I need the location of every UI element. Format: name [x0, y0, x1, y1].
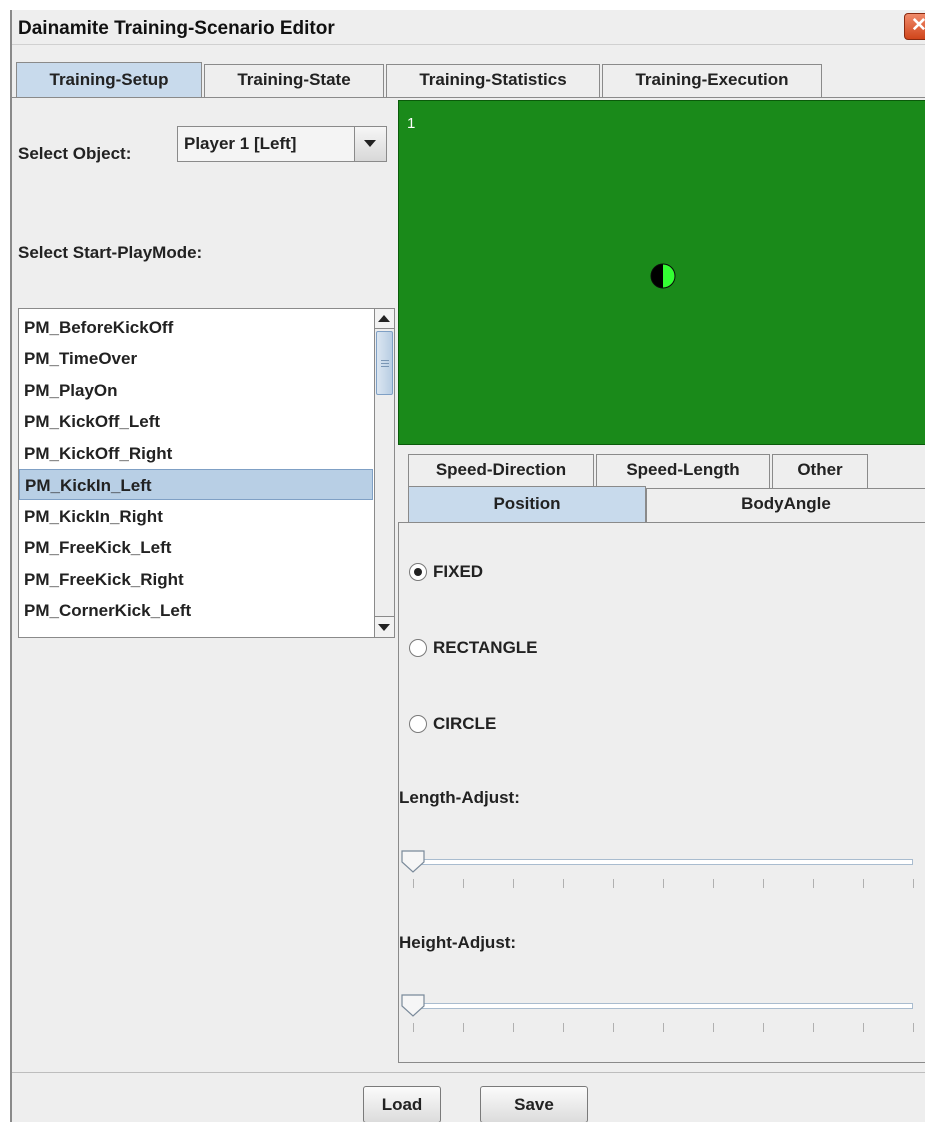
tab-training-statistics[interactable]: Training-Statistics — [386, 64, 600, 98]
grip-line — [381, 366, 389, 367]
list-item[interactable]: PM_BeforeKickOff — [19, 312, 373, 343]
load-button[interactable]: Load — [363, 1086, 441, 1122]
tick — [863, 1023, 864, 1032]
tick — [813, 879, 814, 888]
tab-training-setup[interactable]: Training-Setup — [16, 62, 202, 98]
list-item[interactable]: PM_FreeKick_Left — [19, 532, 373, 563]
scroll-thumb[interactable] — [376, 331, 393, 395]
chevron-down-icon — [378, 624, 390, 631]
tick — [913, 1023, 914, 1032]
field-player-number: 1 — [407, 115, 416, 132]
tick — [463, 1023, 464, 1032]
start-playmode-label: Select Start-PlayMode: — [18, 243, 203, 262]
object-select-value: Player 1 [Left] — [184, 134, 297, 153]
radio-rectangle-label: RECTANGLE — [433, 638, 538, 657]
position-tab-content: FIXED RECTANGLE CIRCLE Length-Adjust: He… — [398, 522, 925, 1063]
player-icon[interactable] — [649, 262, 677, 290]
tick — [713, 879, 714, 888]
tick — [713, 1023, 714, 1032]
save-button[interactable]: Save — [480, 1086, 588, 1122]
length-adjust-slider[interactable] — [413, 859, 913, 865]
list-item[interactable]: PM_KickOff_Right — [19, 438, 373, 469]
editor-window: Dainamite Training-Scenario Editor ✕ Tra… — [10, 10, 925, 1122]
tab-other[interactable]: Other — [772, 454, 868, 488]
radio-circle-label: CIRCLE — [433, 714, 497, 733]
list-scrollbar[interactable] — [374, 309, 394, 637]
chevron-down-icon — [364, 140, 376, 147]
setup-panel: Select Object: Player 1 [Left] Select St… — [12, 98, 395, 1064]
height-slider-ticks — [413, 1023, 925, 1033]
object-select[interactable]: Player 1 [Left] — [177, 126, 387, 162]
tab-bodyangle[interactable]: BodyAngle — [646, 488, 925, 524]
grip-line — [381, 363, 389, 364]
list-item[interactable]: PM_FreeKick_Right — [19, 564, 373, 595]
tick — [413, 1023, 414, 1032]
playmode-list[interactable]: PM_BeforeKickOff PM_TimeOver PM_PlayOn P… — [18, 308, 395, 638]
length-slider-ticks — [413, 879, 925, 889]
tick — [513, 1023, 514, 1032]
radio-fixed-label: FIXED — [433, 562, 484, 581]
tick — [563, 879, 564, 888]
tick — [613, 879, 614, 888]
tick — [663, 879, 664, 888]
window-title: Dainamite Training-Scenario Editor — [18, 18, 335, 39]
field-view[interactable]: 1 — [398, 100, 925, 445]
radio-button[interactable] — [409, 639, 427, 657]
list-item[interactable]: PM_TimeOver — [19, 343, 373, 374]
title-bar[interactable]: Dainamite Training-Scenario Editor ✕ — [12, 10, 925, 45]
list-item[interactable]: PM_CornerKick_Left — [19, 595, 373, 626]
tab-training-execution[interactable]: Training-Execution — [602, 64, 822, 98]
height-adjust-label: Height-Adjust: — [399, 933, 517, 952]
tick — [463, 879, 464, 888]
list-item[interactable]: PM_KickIn_Right — [19, 501, 373, 532]
tick — [413, 879, 414, 888]
tick — [813, 1023, 814, 1032]
tick — [663, 1023, 664, 1032]
height-adjust-slider[interactable] — [413, 1003, 913, 1009]
tab-speed-direction[interactable]: Speed-Direction — [408, 454, 594, 488]
tick — [763, 879, 764, 888]
grip-line — [381, 360, 389, 361]
tick — [863, 879, 864, 888]
list-item[interactable]: PM_KickOff_Left — [19, 406, 373, 437]
list-item-selected[interactable]: PM_KickIn_Left — [19, 469, 373, 500]
tick — [613, 1023, 614, 1032]
tick — [913, 879, 914, 888]
close-icon[interactable]: ✕ — [904, 13, 925, 40]
combo-dropdown-button[interactable] — [354, 127, 386, 161]
tick — [513, 879, 514, 888]
chevron-up-icon — [378, 315, 390, 322]
object-properties-panel: Speed-Direction Speed-Length Other Posit… — [398, 442, 925, 1068]
radio-button-checked[interactable] — [409, 563, 427, 581]
select-object-label: Select Object: — [18, 144, 132, 163]
tab-speed-length[interactable]: Speed-Length — [596, 454, 770, 488]
tab-position[interactable]: Position — [408, 486, 646, 524]
scroll-down-button[interactable] — [375, 616, 394, 637]
scroll-up-button[interactable] — [375, 309, 394, 329]
radio-button[interactable] — [409, 715, 427, 733]
length-slider-thumb[interactable] — [401, 850, 427, 874]
tab-training-state[interactable]: Training-State — [204, 64, 384, 98]
height-slider-thumb[interactable] — [401, 994, 427, 1018]
button-bar: Load Save — [12, 1072, 925, 1122]
tick — [763, 1023, 764, 1032]
length-adjust-label: Length-Adjust: — [399, 788, 520, 807]
list-item[interactable]: PM_PlayOn — [19, 375, 373, 406]
tick — [563, 1023, 564, 1032]
